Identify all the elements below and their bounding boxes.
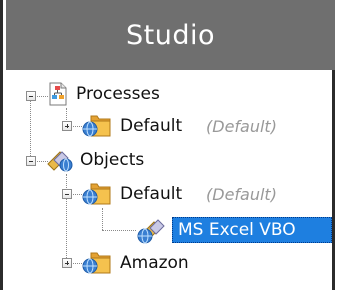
- tree-line: [102, 230, 136, 231]
- tree-item-objects-default[interactable]: Default: [120, 184, 182, 204]
- tree-item-amazon[interactable]: Amazon: [120, 253, 189, 273]
- tree-line: [30, 96, 31, 162]
- tree-item-processes-default[interactable]: Default: [120, 116, 182, 136]
- tree-item-processes[interactable]: Processes: [76, 84, 160, 104]
- tree-item-label: MS Excel VBO: [178, 220, 296, 240]
- objects-icon: [47, 151, 73, 172]
- studio-tree: Processes Default (Default) Objects Defa…: [0, 70, 335, 290]
- folder-icon: [82, 183, 111, 205]
- folder-icon: [82, 115, 111, 137]
- tree-line: [102, 208, 103, 230]
- collapse-objects-toggle[interactable]: [26, 156, 36, 166]
- tree-item-ms-excel-vbo[interactable]: MS Excel VBO: [172, 217, 332, 243]
- object-vbo-icon: [137, 219, 165, 244]
- panel-header: Studio: [6, 0, 335, 70]
- default-tag: (Default): [206, 185, 277, 204]
- collapse-processes-toggle[interactable]: [26, 91, 36, 101]
- tree-line: [66, 174, 67, 266]
- tree-line: [34, 96, 48, 97]
- tree-item-objects[interactable]: Objects: [80, 150, 144, 170]
- process-icon: [49, 82, 67, 106]
- panel-title: Studio: [126, 20, 215, 51]
- collapse-objects-default-toggle[interactable]: [62, 189, 72, 199]
- folder-icon: [82, 252, 111, 274]
- expand-processes-default-toggle[interactable]: [62, 121, 72, 131]
- default-tag: (Default): [206, 117, 277, 136]
- expand-amazon-toggle[interactable]: [62, 258, 72, 268]
